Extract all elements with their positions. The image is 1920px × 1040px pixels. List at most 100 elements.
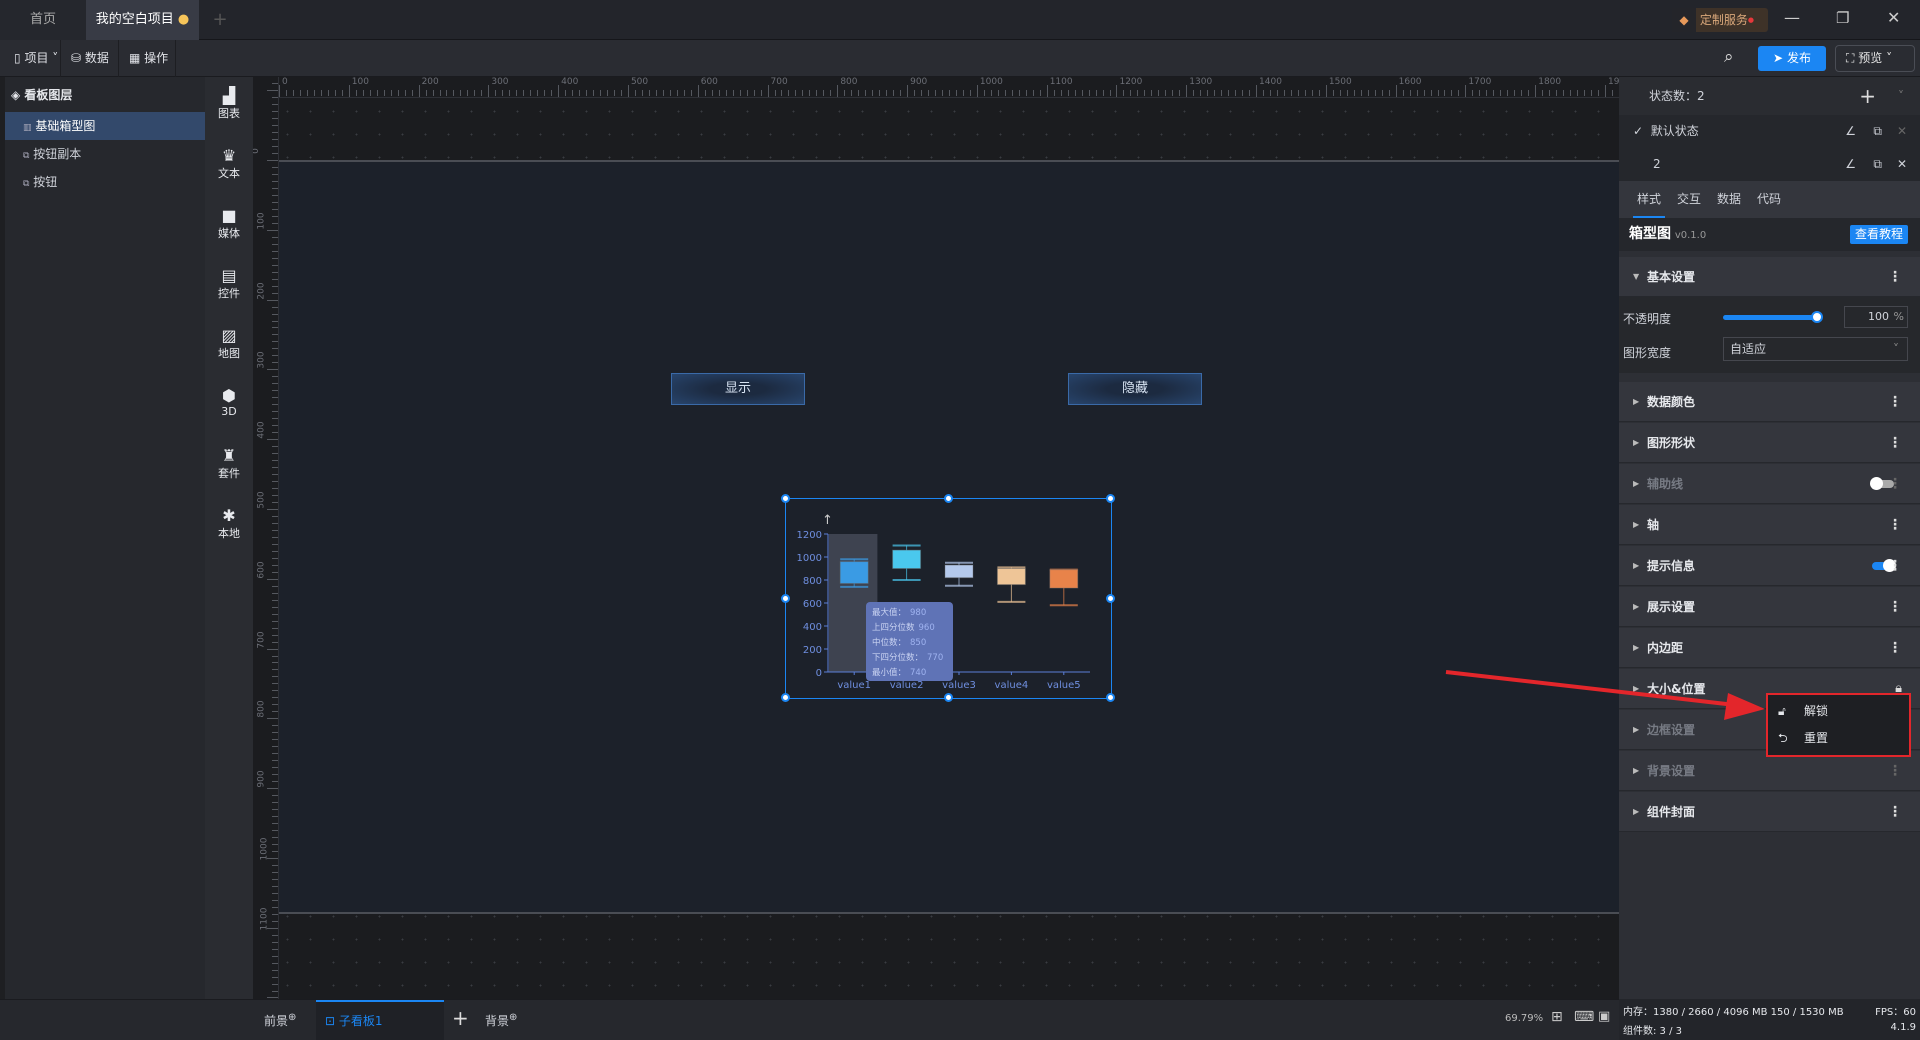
add-state-icon[interactable]: + xyxy=(1859,77,1876,115)
reset-menu-item[interactable]: ⮌ 重置 xyxy=(1768,725,1909,751)
resize-handle[interactable] xyxy=(1106,693,1115,702)
section-label: 轴 xyxy=(1647,518,1660,532)
delete-icon[interactable]: ✕ xyxy=(1897,148,1907,181)
resize-handle[interactable] xyxy=(781,693,790,702)
opacity-input[interactable]: 100% xyxy=(1844,306,1908,328)
state-label: 默认状态 xyxy=(1650,124,1699,138)
panel-tab-1[interactable]: 交互 xyxy=(1673,181,1705,218)
section-9[interactable]: ▶ 背景设置 ⋮ xyxy=(1619,751,1920,791)
tooltip-label: 中位数： xyxy=(872,638,907,648)
caret-right-icon: ▶ xyxy=(1633,438,1640,447)
fit-screen-icon[interactable]: ⊞ xyxy=(1551,1009,1563,1025)
caret-right-icon: ▶ xyxy=(1633,479,1640,488)
section-2[interactable]: ▶ 辅助线 ⋮ xyxy=(1619,464,1920,504)
caret-right-icon: ▶ xyxy=(1633,807,1640,816)
section-label: 数据颜色 xyxy=(1647,395,1696,409)
copy-icon[interactable]: ⧉ xyxy=(1873,148,1882,181)
slider-handle[interactable] xyxy=(1811,311,1823,323)
tooltip-row: 中位数： 850 xyxy=(872,636,947,651)
resize-handle[interactable] xyxy=(781,593,790,603)
delete-icon[interactable]: ✕ xyxy=(1897,115,1907,148)
opacity-unit: % xyxy=(1893,310,1904,323)
tooltip-value: 960 xyxy=(918,623,935,633)
copy-icon[interactable]: ⧉ xyxy=(1873,115,1882,148)
tooltip-row: 下四分位数： 770 xyxy=(872,651,947,666)
caret-right-icon: ▶ xyxy=(1633,520,1640,529)
more-icon[interactable]: ⋮ xyxy=(1888,464,1902,504)
more-icon[interactable]: ⋮ xyxy=(1888,792,1902,832)
tooltip-value: 740 xyxy=(910,668,927,678)
more-icon[interactable]: ⋮ xyxy=(1888,587,1902,627)
more-icon[interactable]: ⋮ xyxy=(1888,423,1902,463)
zoom-level[interactable]: 69.79% xyxy=(1505,1013,1543,1024)
section-label: 提示信息 xyxy=(1647,559,1696,573)
board-tab[interactable]: ⊡ 子看板1 xyxy=(316,1000,444,1040)
tooltip-value: 770 xyxy=(927,653,944,663)
state-item[interactable]: 2 ∠ ⧉ ✕ xyxy=(1619,148,1920,181)
section-3[interactable]: ▶ 轴 ⋮ xyxy=(1619,505,1920,545)
unlock-menu-item[interactable]: 🔓︎ 解锁 xyxy=(1768,698,1909,724)
app-version: 4.1.9 xyxy=(1890,1022,1916,1033)
section-1[interactable]: ▶ 图形形状 ⋮ xyxy=(1619,423,1920,463)
reset-icon: ⮌ xyxy=(1778,731,1788,745)
board-icon: ⊡ xyxy=(325,1014,336,1028)
add-circle-icon[interactable]: ⊕ xyxy=(509,1012,517,1023)
panel-tab-2[interactable]: 数据 xyxy=(1713,181,1745,218)
resize-handle[interactable] xyxy=(1106,593,1115,603)
panel-tab-0[interactable]: 样式 xyxy=(1633,181,1666,218)
more-icon[interactable]: ⋮ xyxy=(1888,751,1902,791)
section-label: 展示设置 xyxy=(1647,600,1696,614)
component-header: 箱型图 v0.1.0 查看教程 xyxy=(1619,218,1920,251)
section-0[interactable]: ▶ 数据颜色 ⋮ xyxy=(1619,382,1920,422)
component-name: 箱型图 xyxy=(1629,226,1671,242)
more-icon[interactable]: ⋮ xyxy=(1888,546,1902,586)
resize-handle[interactable] xyxy=(943,494,953,503)
opacity-slider[interactable] xyxy=(1723,315,1817,320)
background-tab[interactable]: 背景⊕ xyxy=(485,1012,517,1029)
panel-tabs: 样式 交互 数据 代码 xyxy=(1619,181,1920,218)
tooltip-label: 最小值： xyxy=(872,668,907,678)
more-icon[interactable]: ⋮ xyxy=(1888,505,1902,545)
section-5[interactable]: ▶ 展示设置 ⋮ xyxy=(1619,587,1920,627)
tooltip-label: 最大值： xyxy=(872,608,907,618)
add-circle-icon[interactable]: ⊕ xyxy=(288,1012,296,1023)
opacity-label: 不透明度 xyxy=(1623,312,1672,326)
tooltip-label: 下四分位数： xyxy=(872,653,924,663)
terminal-icon[interactable]: ▣ xyxy=(1598,1009,1610,1024)
caret-right-icon: ▶ xyxy=(1633,684,1640,693)
chevron-down-icon[interactable]: ˅ xyxy=(1898,77,1904,115)
component-count: 组件数: 3 / 3 xyxy=(1623,1026,1682,1037)
edit-icon[interactable]: ∠ xyxy=(1845,148,1856,181)
more-icon[interactable]: ⋮ xyxy=(1888,382,1902,422)
state-item[interactable]: ✓ 默认状态 ∠ ⧉ ✕ xyxy=(1619,115,1920,148)
edit-icon[interactable]: ∠ xyxy=(1845,115,1856,148)
resize-handle[interactable] xyxy=(943,693,953,702)
state-count: 状态数：2 xyxy=(1649,89,1705,103)
menu-label: 重置 xyxy=(1804,731,1829,745)
section-6[interactable]: ▶ 内边距 ⋮ xyxy=(1619,628,1920,668)
more-icon[interactable]: ⋮ xyxy=(1888,628,1902,668)
width-value: 自适应 xyxy=(1730,342,1767,356)
width-select[interactable]: 自适应 ˅ xyxy=(1723,337,1908,361)
caret-right-icon: ▶ xyxy=(1633,561,1640,570)
section-basic[interactable]: ▼ 基本设置 ⋮ xyxy=(1619,257,1920,297)
more-icon[interactable]: ⋮ xyxy=(1888,257,1902,297)
resize-handle[interactable] xyxy=(1106,494,1115,503)
section-label: 图形形状 xyxy=(1647,436,1696,450)
keyboard-icon[interactable]: ⌨ xyxy=(1574,1009,1594,1025)
caret-right-icon: ▶ xyxy=(1633,643,1640,652)
section-label: 大小&位置 xyxy=(1647,682,1706,696)
section-10[interactable]: ▶ 组件封面 ⋮ xyxy=(1619,792,1920,832)
section-label: 基本设置 xyxy=(1647,270,1696,284)
tooltip-row: 最小值： 740 xyxy=(872,666,947,681)
resize-handle[interactable] xyxy=(781,494,790,503)
check-icon: ✓ xyxy=(1633,124,1644,138)
caret-right-icon: ▶ xyxy=(1633,725,1640,734)
add-board-button[interactable]: + xyxy=(452,1006,469,1030)
tutorial-button[interactable]: 查看教程 xyxy=(1849,225,1908,244)
panel-tab-3[interactable]: 代码 xyxy=(1753,181,1785,218)
menu-label: 解锁 xyxy=(1804,704,1829,718)
section-4[interactable]: ▶ 提示信息 ⋮ xyxy=(1619,546,1920,586)
board-label: 子看板1 xyxy=(338,1014,383,1028)
foreground-tab[interactable]: 前景⊕ xyxy=(264,1012,296,1029)
